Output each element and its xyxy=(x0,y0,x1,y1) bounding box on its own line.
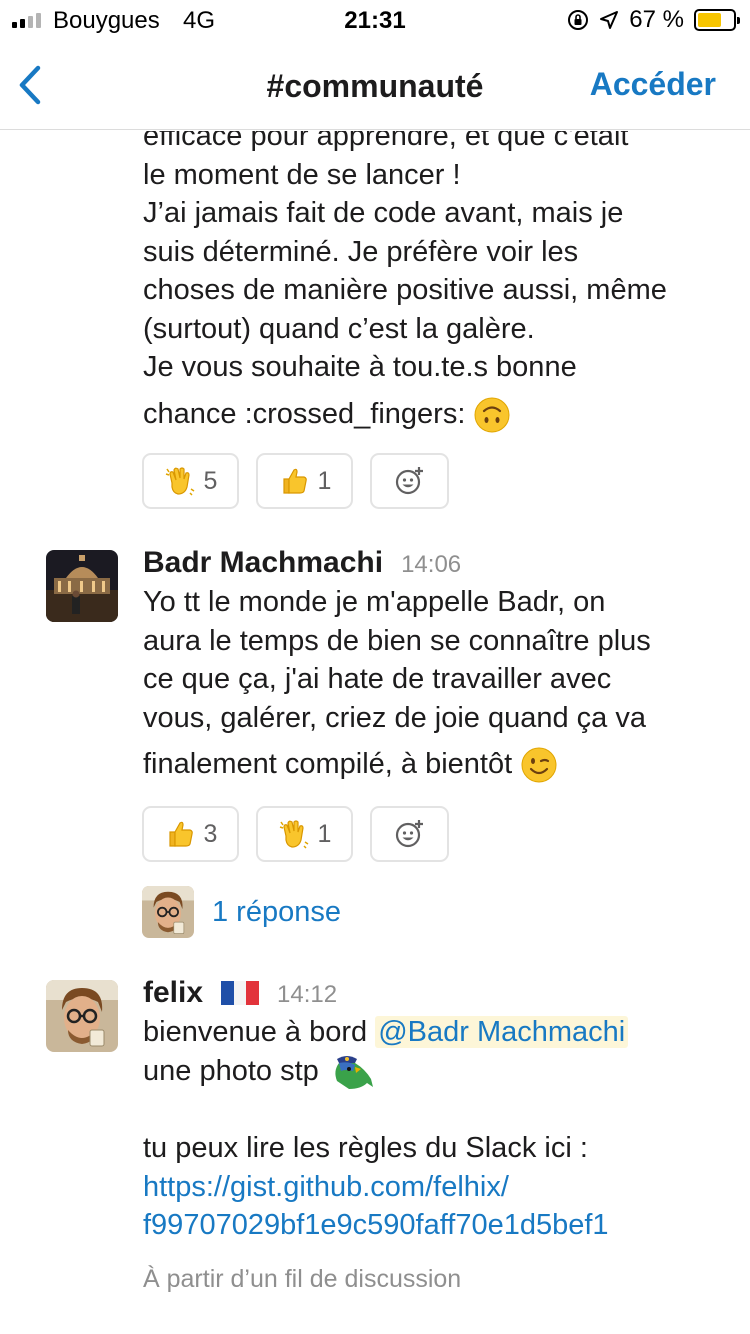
battery-icon xyxy=(694,9,740,31)
message-line: efficace pour apprendre, et que c'était xyxy=(143,131,629,152)
timestamp: 14:12 xyxy=(277,981,338,1008)
message-text: bienvenue à bord xyxy=(143,1016,376,1048)
reaction-waving-hand[interactable]: 1 xyxy=(256,806,353,862)
message-line: bienvenue à bord @Badr Machmachi xyxy=(143,1013,723,1052)
battery-percent: 67 % xyxy=(629,6,684,33)
sender-name[interactable]: Badr Machmachi xyxy=(143,546,383,580)
message-line: ce que ça, j'ai hate de travailler avec xyxy=(143,663,612,695)
message-body: Yo tt le monde je m'appelle Badr, on aur… xyxy=(143,583,723,784)
thread-reply-count[interactable]: 1 réponse xyxy=(212,896,341,929)
reaction-bar: 5 1 xyxy=(142,453,449,509)
message-line: le moment de se lancer ! xyxy=(143,158,461,191)
add-reaction-button[interactable] xyxy=(370,453,449,509)
add-reaction-button[interactable] xyxy=(370,806,449,862)
thread-replies[interactable]: 1 réponse xyxy=(142,886,341,938)
waving-hand-emoji xyxy=(165,467,194,496)
message-line: Je vous souhaite à tou.te.s bonne xyxy=(143,351,577,383)
message-feed[interactable]: efficace pour apprendre, et que c'était … xyxy=(0,131,750,1334)
link-line[interactable]: https://gist.github.com/felhix/ xyxy=(143,1168,723,1207)
reaction-waving-hand[interactable]: 5 xyxy=(142,453,239,509)
reaction-thumbs-up[interactable]: 3 xyxy=(142,806,239,862)
gist-link[interactable]: https://gist.github.com/felhix/ f9970702… xyxy=(143,1168,723,1245)
reaction-count: 5 xyxy=(203,466,218,495)
message-line: tu peux lire les règles du Slack ici : xyxy=(143,1132,588,1165)
add-reaction-icon xyxy=(395,820,423,848)
avatar[interactable] xyxy=(46,550,118,622)
upside-down-face-emoji xyxy=(474,397,510,433)
felix-avatar xyxy=(46,980,118,1052)
thumbs-up-emoji xyxy=(168,821,193,847)
reaction-count: 1 xyxy=(317,466,332,495)
message-text: une photo stp xyxy=(143,1054,327,1087)
sender-name[interactable]: felix xyxy=(143,976,203,1010)
winking-face-emoji xyxy=(521,747,557,783)
message-line: une photo stp xyxy=(143,1052,723,1091)
message-line-with-emoji: finalement compilé, à bientôt xyxy=(143,745,723,784)
thread-origin-note[interactable]: À partir d’un fil de discussion xyxy=(143,1265,461,1294)
french-flag-icon xyxy=(221,981,260,1005)
status-bar: Bouygues 4G 21:31 67 % xyxy=(0,0,750,40)
reaction-count: 3 xyxy=(203,819,218,848)
message-line: suis déterminé. Je préfère voir les xyxy=(143,235,579,268)
message-header: felix 14:12 xyxy=(143,976,337,1010)
orientation-lock-icon xyxy=(568,10,589,30)
message-header: Badr Machmachi 14:06 xyxy=(143,546,461,580)
message-line: aura le temps de bien se connaître plus xyxy=(143,624,651,657)
message-line: Yo tt le monde je m'appelle Badr, on xyxy=(143,586,606,618)
timestamp: 14:06 xyxy=(401,551,462,578)
message-body: bienvenue à bord @Badr Machmachi une pho… xyxy=(143,1013,723,1245)
message-line: choses de manière positive aussi, même xyxy=(143,274,667,306)
join-button[interactable]: Accéder xyxy=(590,66,716,103)
felix-avatar xyxy=(142,886,194,938)
location-arrow-icon xyxy=(600,11,619,29)
thread-reply-avatar xyxy=(142,886,194,938)
user-mention[interactable]: @Badr Machmachi xyxy=(375,1016,629,1048)
message-line: finalement compilé, à bientôt xyxy=(143,748,513,780)
thumbs-up-emoji xyxy=(282,468,307,494)
pantheon-night-avatar xyxy=(46,550,118,622)
message-line: J’ai jamais fait de code avant, mais je xyxy=(143,197,624,229)
reaction-count: 1 xyxy=(317,819,332,848)
link-line[interactable]: f99707029bf1e9c590faff70e1d5bef1 xyxy=(143,1206,723,1245)
message-line-with-emoji: chance :crossed_fingers: xyxy=(143,395,723,434)
avatar[interactable] xyxy=(46,980,118,1052)
nav-bar: #communauté Accéder xyxy=(0,40,750,130)
message-body: efficace pour apprendre, et que c'était … xyxy=(143,131,723,434)
waving-hand-emoji xyxy=(279,820,308,849)
message-line: vous, galérer, criez de joie quand ça va xyxy=(143,701,646,734)
message-line: (surtout) quand c’est la galère. xyxy=(143,312,535,345)
parrot-police-emoji xyxy=(335,1055,373,1089)
reaction-thumbs-up[interactable]: 1 xyxy=(256,453,353,509)
add-reaction-icon xyxy=(395,467,423,495)
reaction-bar: 3 1 xyxy=(142,806,449,862)
battery-level xyxy=(698,13,721,27)
message-line: chance :crossed_fingers: xyxy=(143,397,466,430)
